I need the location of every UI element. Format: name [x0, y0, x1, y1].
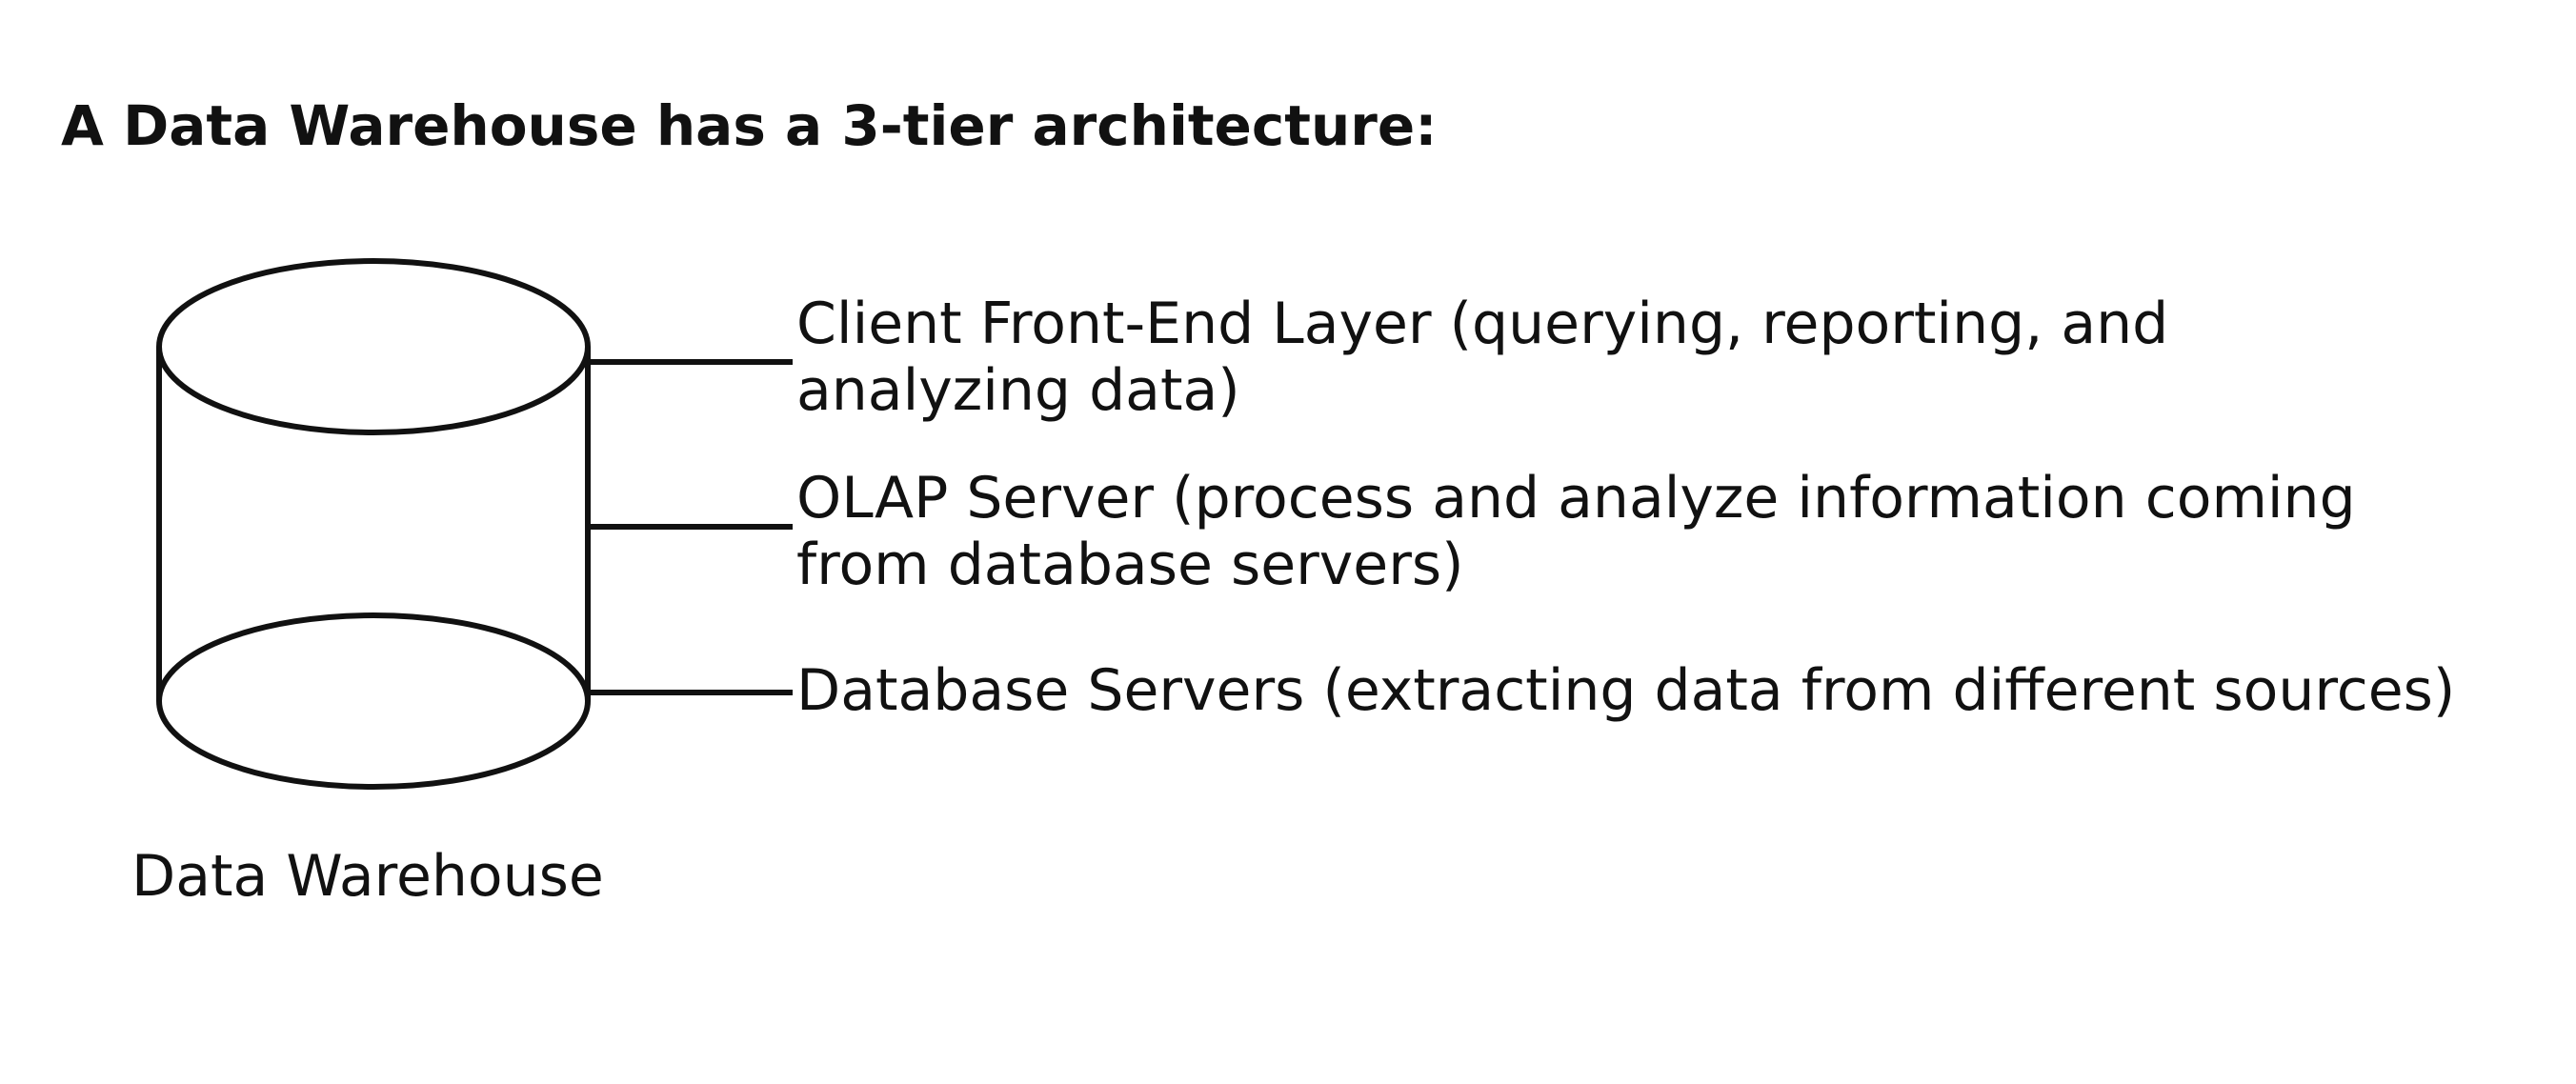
- tier-label-client-front-end: Client Front-End Layer (querying, report…: [796, 291, 2168, 424]
- cylinder-top: [156, 258, 591, 435]
- cylinder-caption: Data Warehouse: [131, 843, 604, 910]
- tier-label-line: Database Servers (extracting data from d…: [796, 657, 2456, 724]
- database-cylinder-icon: [156, 258, 591, 790]
- connector-lines: [588, 359, 793, 695]
- cylinder-bottom: [156, 612, 591, 790]
- tier-label-line: OLAP Server (process and analyze informa…: [796, 465, 2356, 532]
- tier-label-line: from database servers): [796, 532, 1464, 598]
- tier-label-database-servers: Database Servers (extracting data from d…: [796, 657, 2455, 724]
- tier-label-line: Client Front-End Layer (querying, report…: [796, 291, 2169, 357]
- tier-label-line: analyzing data): [796, 357, 1240, 424]
- tier-label-olap-server: OLAP Server (process and analyze informa…: [796, 465, 2356, 598]
